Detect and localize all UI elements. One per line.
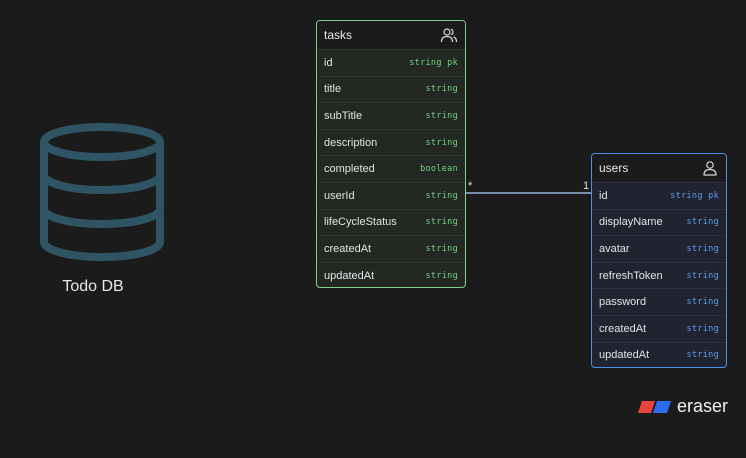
tasks-field-row[interactable]: lifeCycleStatus string — [317, 208, 465, 236]
users-icon — [440, 28, 458, 43]
tasks-field-list: id string pk title string subTitle string d… — [317, 49, 465, 287]
field-name: avatar — [599, 242, 630, 255]
field-name: lifeCycleStatus — [324, 216, 397, 229]
diagram-canvas[interactable]: Todo DB * 1 tasks id string pk title strin… — [0, 0, 746, 458]
field-type: string pk — [670, 190, 719, 201]
tasks-field-row[interactable]: completed boolean — [317, 155, 465, 182]
tasks-field-row[interactable]: subTitle string — [317, 102, 465, 129]
field-name: completed — [324, 163, 375, 176]
tasks-entity[interactable]: tasks id string pk title string subTitle st… — [316, 20, 466, 288]
field-type: string — [425, 110, 458, 121]
users-field-row[interactable]: displayName string — [592, 208, 726, 236]
users-field-list: id string pk displayName string avatar stri… — [592, 182, 726, 367]
field-name: createdAt — [599, 322, 647, 335]
field-type: string — [686, 350, 719, 361]
field-type: boolean — [420, 164, 458, 175]
field-name: updatedAt — [599, 349, 650, 362]
users-field-row[interactable]: updatedAt string — [592, 341, 726, 367]
field-name: title — [324, 83, 342, 96]
cardinality-one: 1 — [583, 180, 590, 192]
tasks-field-row[interactable]: description string — [317, 128, 465, 156]
field-type: string — [425, 84, 458, 95]
field-name: createdAt — [324, 242, 372, 255]
field-name: description — [324, 136, 378, 149]
tasks-field-row[interactable]: title string — [317, 75, 465, 103]
field-name: userId — [324, 189, 355, 202]
field-type: string — [425, 190, 458, 201]
tasks-field-row[interactable]: id string pk — [317, 49, 465, 76]
field-type: string — [425, 243, 458, 254]
users-field-row[interactable]: avatar string — [592, 235, 726, 262]
users-entity-header[interactable]: users — [592, 154, 726, 182]
field-name: updatedAt — [324, 269, 375, 282]
field-type: string — [686, 323, 719, 334]
eraser-logo-text: eraser — [677, 396, 729, 416]
field-type: string — [425, 137, 458, 148]
field-type: string — [686, 243, 719, 254]
field-type: string — [686, 297, 719, 308]
field-name: id — [599, 189, 608, 202]
relationship-line[interactable] — [466, 192, 591, 194]
tasks-field-row[interactable]: userId string — [317, 181, 465, 209]
tasks-entity-title: tasks — [324, 28, 353, 42]
field-type: string — [425, 270, 458, 281]
field-name: password — [599, 296, 647, 309]
field-name: displayName — [599, 216, 663, 229]
cardinality-many: * — [468, 180, 473, 192]
tasks-entity-header[interactable]: tasks — [317, 21, 465, 49]
users-entity[interactable]: users id string pk displayName string avat… — [591, 153, 727, 368]
users-field-row[interactable]: createdAt string — [592, 314, 726, 342]
field-type: string — [425, 217, 458, 228]
field-type: string — [686, 270, 719, 281]
tasks-field-row[interactable]: updatedAt string — [317, 261, 465, 287]
eraser-logo-icon — [638, 400, 671, 413]
database-label: Todo DB — [62, 278, 124, 295]
field-name: subTitle — [324, 109, 363, 122]
tasks-field-row[interactable]: createdAt string — [317, 235, 465, 262]
database-icon — [40, 123, 164, 261]
field-type: string pk — [409, 57, 458, 68]
users-field-row[interactable]: password string — [592, 288, 726, 315]
users-field-row[interactable]: refreshToken string — [592, 261, 726, 289]
field-name: refreshToken — [599, 269, 663, 282]
users-field-row[interactable]: id string pk — [592, 182, 726, 209]
user-icon — [703, 161, 717, 176]
field-name: id — [324, 56, 333, 69]
users-entity-title: users — [599, 161, 629, 175]
eraser-logo[interactable]: eraser — [637, 396, 728, 417]
field-type: string — [686, 217, 719, 228]
